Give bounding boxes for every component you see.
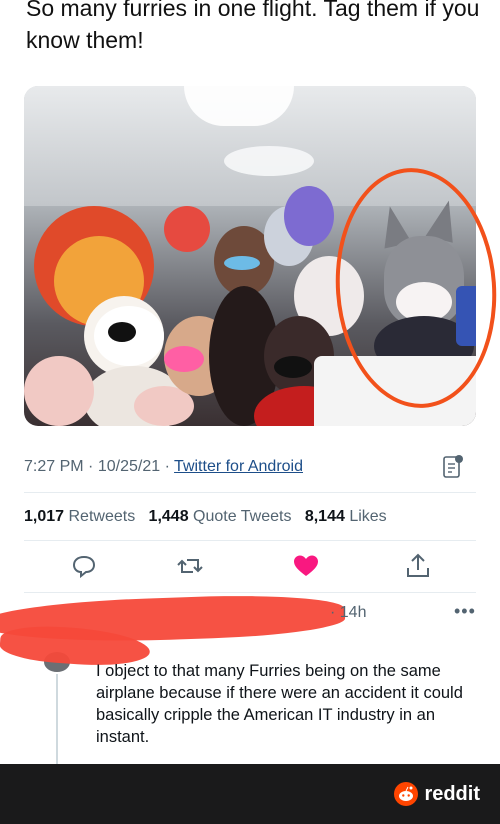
- meta-separator: ·: [164, 458, 170, 475]
- tweet-text: So many furries in one flight. Tag them …: [26, 0, 480, 53]
- quotes-stat[interactable]: 1,448 Quote Tweets: [149, 508, 292, 525]
- quotes-label: Quote Tweets: [193, 508, 292, 525]
- quotes-count: 1,448: [148, 508, 189, 525]
- like-icon[interactable]: [292, 552, 320, 580]
- meta-separator: ·: [88, 458, 94, 475]
- retweets-stat[interactable]: 1,017 Retweets: [24, 508, 135, 525]
- tweet-date[interactable]: 10/25/21: [98, 458, 160, 475]
- retweet-icon[interactable]: [176, 552, 204, 580]
- analytics-icon[interactable]: [442, 454, 464, 480]
- photo-figure: [284, 186, 334, 246]
- thread-line: [56, 674, 58, 766]
- likes-label: Likes: [349, 508, 387, 525]
- reddit-wordmark: reddit: [424, 782, 480, 805]
- photo-figure: [224, 256, 260, 270]
- divider: [24, 540, 476, 541]
- tweet-timestamp: 7:27 PM · 10/25/21 · Twitter for Android: [24, 458, 303, 476]
- photo-figure: [108, 322, 136, 342]
- reply-timestamp[interactable]: · 14h: [330, 604, 366, 622]
- photo-cabin-light: [224, 146, 314, 176]
- more-options-icon[interactable]: •••: [454, 601, 476, 622]
- tweet-time: 7:27 PM: [24, 458, 84, 475]
- divider: [24, 492, 476, 493]
- tweet-actions: [0, 552, 500, 582]
- tweet-stats: 1,017 Retweets 1,448 Quote Tweets 8,144 …: [24, 508, 387, 526]
- reddit-footer: reddit: [0, 764, 500, 824]
- tweet-source-link[interactable]: Twitter for Android: [174, 458, 303, 475]
- share-icon[interactable]: [404, 552, 432, 580]
- photo-figure: [24, 356, 94, 426]
- retweets-count: 1,017: [24, 508, 65, 525]
- likes-stat[interactable]: 8,144 Likes: [305, 508, 387, 525]
- photo-figure: [164, 206, 210, 252]
- reddit-snoo-icon: [394, 782, 419, 806]
- reddit-logo: reddit: [394, 782, 480, 806]
- retweets-label: Retweets: [68, 508, 136, 525]
- divider: [24, 592, 476, 593]
- reply-text: I object to that many Furries being on t…: [96, 662, 463, 746]
- reply-icon[interactable]: [70, 552, 98, 580]
- photo-figure: [164, 346, 204, 372]
- likes-count: 8,144: [304, 508, 345, 525]
- photo-figure: [274, 356, 312, 378]
